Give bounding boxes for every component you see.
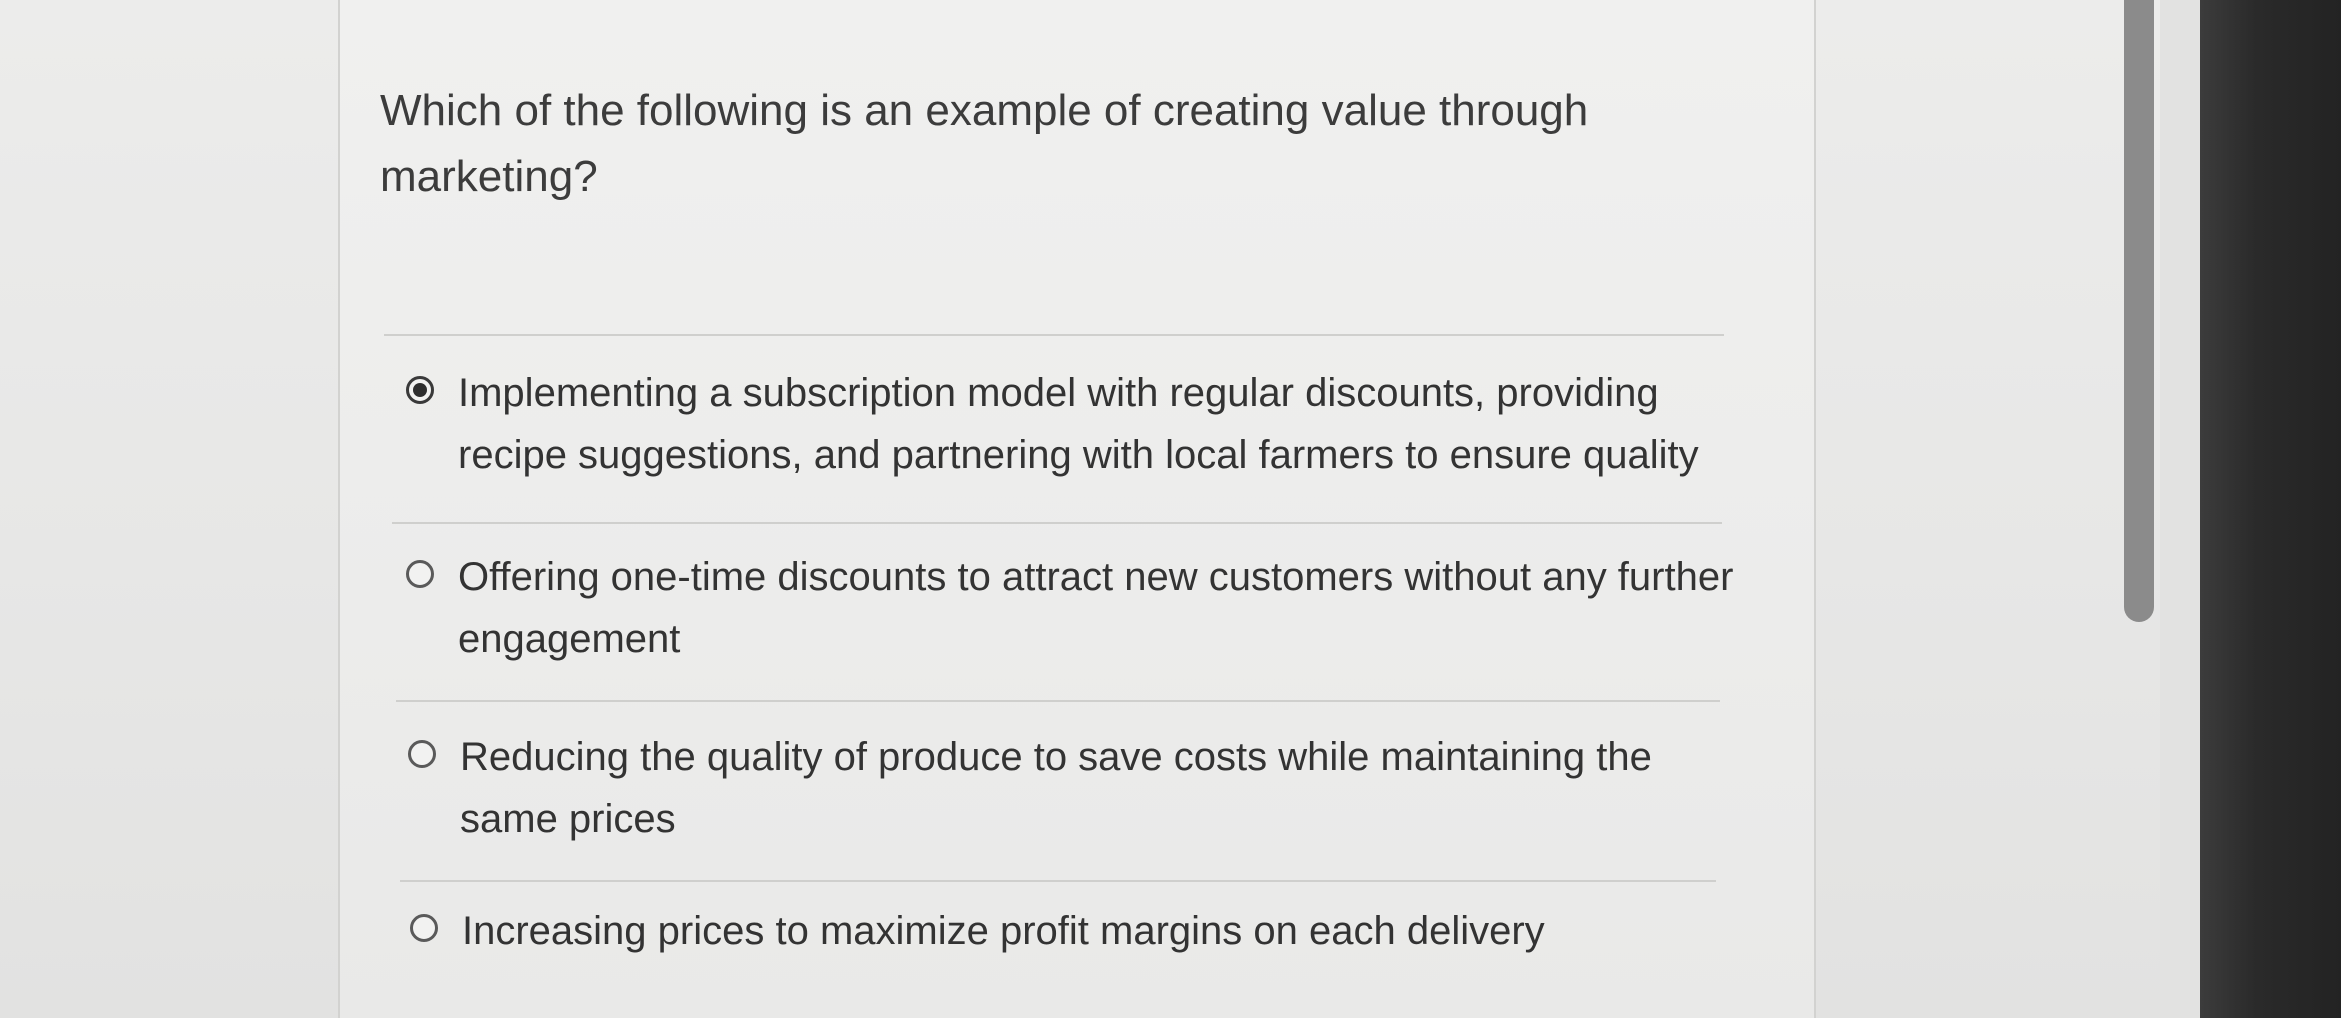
answer-option-2[interactable]: Offering one-time discounts to attract n…: [406, 546, 1738, 670]
answer-option-label[interactable]: Reducing the quality of produce to save …: [460, 726, 1740, 850]
answer-option-3[interactable]: Reducing the quality of produce to save …: [408, 726, 1740, 850]
radio-button[interactable]: [406, 560, 434, 588]
divider: [400, 880, 1716, 882]
scrollbar-thumb[interactable]: [2124, 0, 2154, 622]
answer-option-label[interactable]: Implementing a subscription model with r…: [458, 362, 1738, 486]
scrollbar-track[interactable]: [2160, 0, 2200, 1018]
radio-button-selected[interactable]: [406, 376, 434, 404]
answer-option-4[interactable]: Increasing prices to maximize profit mar…: [410, 900, 1742, 962]
monitor-bezel: [2200, 0, 2341, 1018]
divider: [396, 700, 1720, 702]
divider: [392, 522, 1722, 524]
radio-button[interactable]: [410, 914, 438, 942]
answer-option-1[interactable]: Implementing a subscription model with r…: [406, 362, 1738, 486]
radio-button[interactable]: [408, 740, 436, 768]
question-card: Which of the following is an example of …: [338, 0, 1816, 1018]
answer-option-label[interactable]: Increasing prices to maximize profit mar…: [462, 900, 1742, 962]
screen: Which of the following is an example of …: [0, 0, 2160, 1018]
answer-option-label[interactable]: Offering one-time discounts to attract n…: [458, 546, 1738, 670]
question-text: Which of the following is an example of …: [380, 86, 1589, 201]
divider: [384, 334, 1724, 336]
